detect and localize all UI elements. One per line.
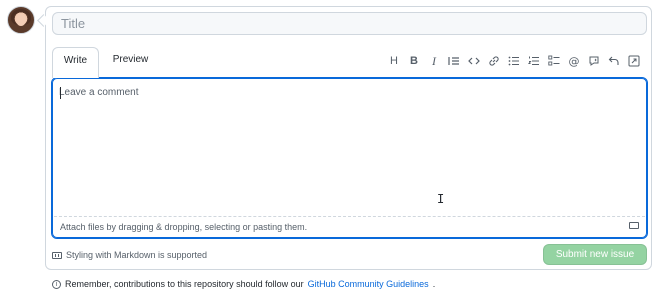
italic-icon[interactable]: I <box>427 53 441 69</box>
avatar-face <box>16 14 26 26</box>
mention-icon[interactable]: @ <box>567 53 581 69</box>
task-list-icon[interactable] <box>547 53 561 69</box>
quote-icon[interactable] <box>447 53 461 69</box>
code-icon[interactable] <box>467 53 481 69</box>
community-guidelines-link[interactable]: GitHub Community Guidelines <box>308 279 429 289</box>
title-input[interactable] <box>52 12 647 35</box>
ibeam-cursor-icon: I <box>437 192 445 206</box>
link-icon[interactable] <box>487 53 501 69</box>
attach-files-bar[interactable]: Attach files by dragging & dropping, sel… <box>54 216 645 236</box>
avatar[interactable] <box>7 6 35 34</box>
notice-text: Remember, contributions to this reposito… <box>65 279 304 289</box>
reference-icon[interactable] <box>587 53 601 69</box>
unordered-list-icon[interactable] <box>507 53 521 69</box>
comment-editor: Attach files by dragging & dropping, sel… <box>51 77 648 239</box>
comment-textarea[interactable] <box>56 84 647 215</box>
heading-icon[interactable]: H <box>387 53 401 69</box>
reply-icon[interactable] <box>607 53 621 69</box>
markdown-icon <box>629 222 639 229</box>
info-icon: i <box>52 279 61 289</box>
ordered-list-icon[interactable] <box>527 53 541 69</box>
submit-new-issue-button[interactable]: Submit new issue <box>543 244 647 265</box>
tab-preview[interactable]: Preview <box>107 47 154 77</box>
markdown-support-note[interactable]: Styling with Markdown is supported <box>52 248 207 262</box>
markdown-icon <box>52 251 62 259</box>
contribution-notice: i Remember, contributions to this reposi… <box>52 278 435 290</box>
bold-icon[interactable]: B <box>407 53 421 69</box>
text-caret <box>60 87 61 99</box>
markdown-support-text: Styling with Markdown is supported <box>66 250 208 260</box>
editor-tabs: Write Preview H B I @ <box>52 47 647 78</box>
attach-files-text: Attach files by dragging & dropping, sel… <box>60 222 308 232</box>
markdown-toolbar: H B I @ <box>387 52 641 70</box>
notice-suffix: . <box>432 279 436 289</box>
fullscreen-icon[interactable] <box>627 53 641 69</box>
tab-write[interactable]: Write <box>52 47 99 78</box>
